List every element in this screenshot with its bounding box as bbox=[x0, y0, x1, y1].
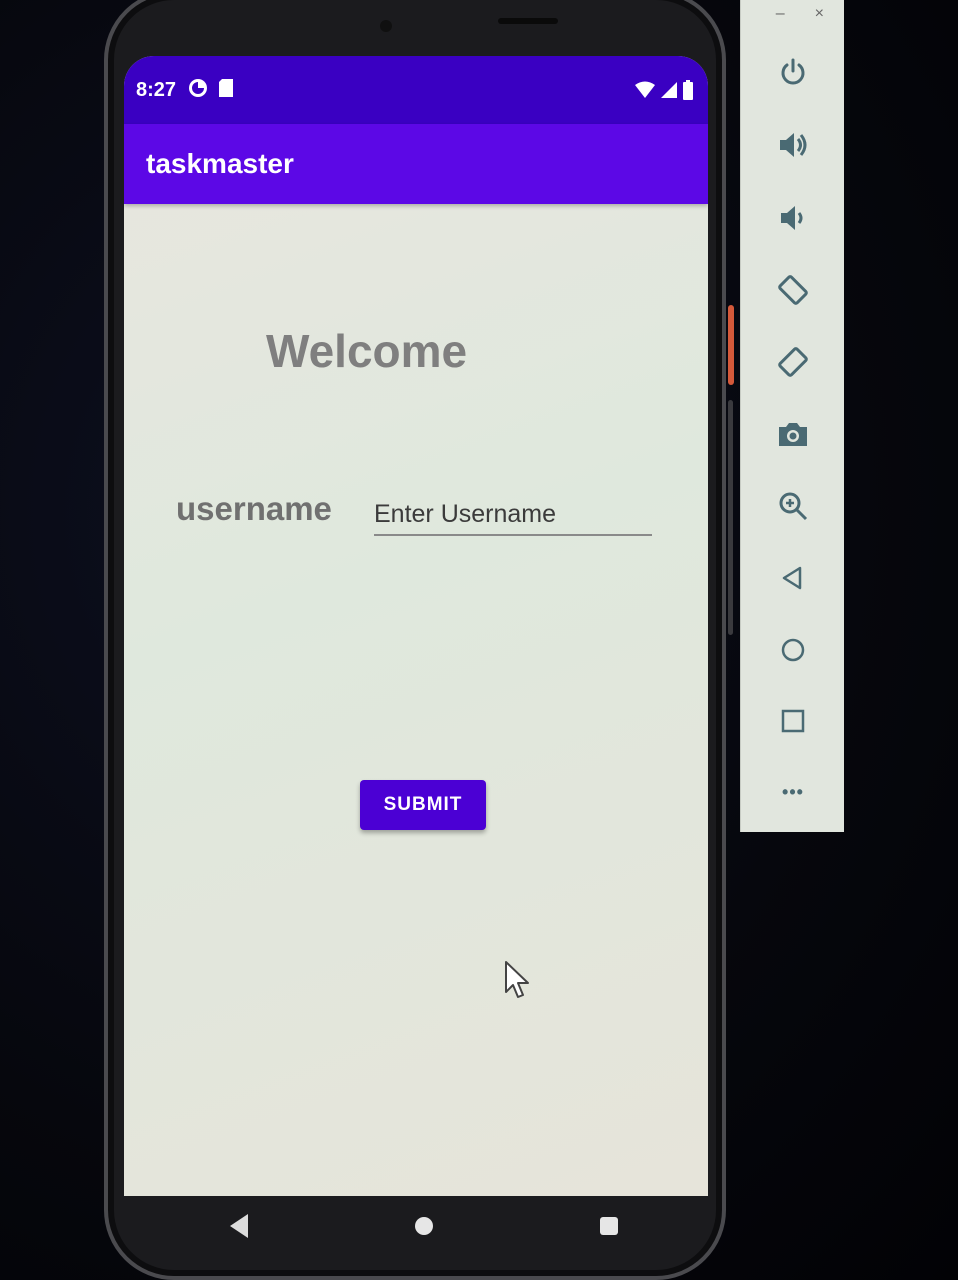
front-camera bbox=[380, 20, 392, 32]
nav-recent-apps-icon[interactable] bbox=[600, 1217, 619, 1235]
app-bar: taskmaster bbox=[124, 124, 708, 204]
battery-icon bbox=[683, 80, 693, 100]
username-input[interactable] bbox=[374, 494, 652, 536]
android-nav-bar bbox=[146, 1196, 702, 1256]
nav-back-icon[interactable] bbox=[229, 1214, 248, 1238]
minimize-button[interactable]: – bbox=[776, 5, 785, 23]
nav-home-icon[interactable] bbox=[414, 1217, 433, 1235]
sync-status-icon bbox=[188, 78, 208, 103]
welcome-heading: Welcome bbox=[266, 325, 468, 377]
volume-side-button bbox=[728, 400, 733, 635]
volume-down-icon[interactable] bbox=[773, 198, 813, 238]
mouse-cursor-icon bbox=[505, 961, 529, 998]
home-icon[interactable] bbox=[773, 630, 813, 670]
submit-button[interactable]: SUBMIT bbox=[360, 780, 486, 830]
status-right-icons bbox=[634, 80, 694, 100]
emulator-window-controls: – × bbox=[741, 0, 844, 28]
sd-card-icon bbox=[218, 78, 234, 103]
app-title: taskmaster bbox=[146, 148, 294, 179]
status-time: 8:27 bbox=[136, 78, 177, 101]
volume-up-icon[interactable] bbox=[773, 125, 813, 165]
rotate-left-icon[interactable] bbox=[773, 270, 813, 310]
close-button[interactable]: × bbox=[815, 5, 824, 23]
username-label: username bbox=[176, 490, 332, 527]
camera-icon[interactable] bbox=[773, 414, 813, 454]
zoom-icon[interactable] bbox=[773, 486, 813, 526]
power-side-button bbox=[728, 305, 734, 385]
cell-signal-icon bbox=[661, 82, 677, 98]
back-icon[interactable] bbox=[773, 558, 813, 598]
emulator-toolbar: – × ••• bbox=[740, 0, 844, 832]
wifi-icon bbox=[635, 81, 655, 98]
rotate-right-icon[interactable] bbox=[773, 342, 813, 382]
status-bar: 8:27 bbox=[124, 56, 708, 124]
more-icon[interactable]: ••• bbox=[773, 772, 813, 812]
power-icon[interactable] bbox=[773, 52, 813, 92]
earpiece-speaker bbox=[498, 18, 558, 24]
overview-icon[interactable] bbox=[773, 701, 813, 741]
device-screen: 8:27 taskmaster Welcome username SUBMIT bbox=[124, 56, 708, 1196]
